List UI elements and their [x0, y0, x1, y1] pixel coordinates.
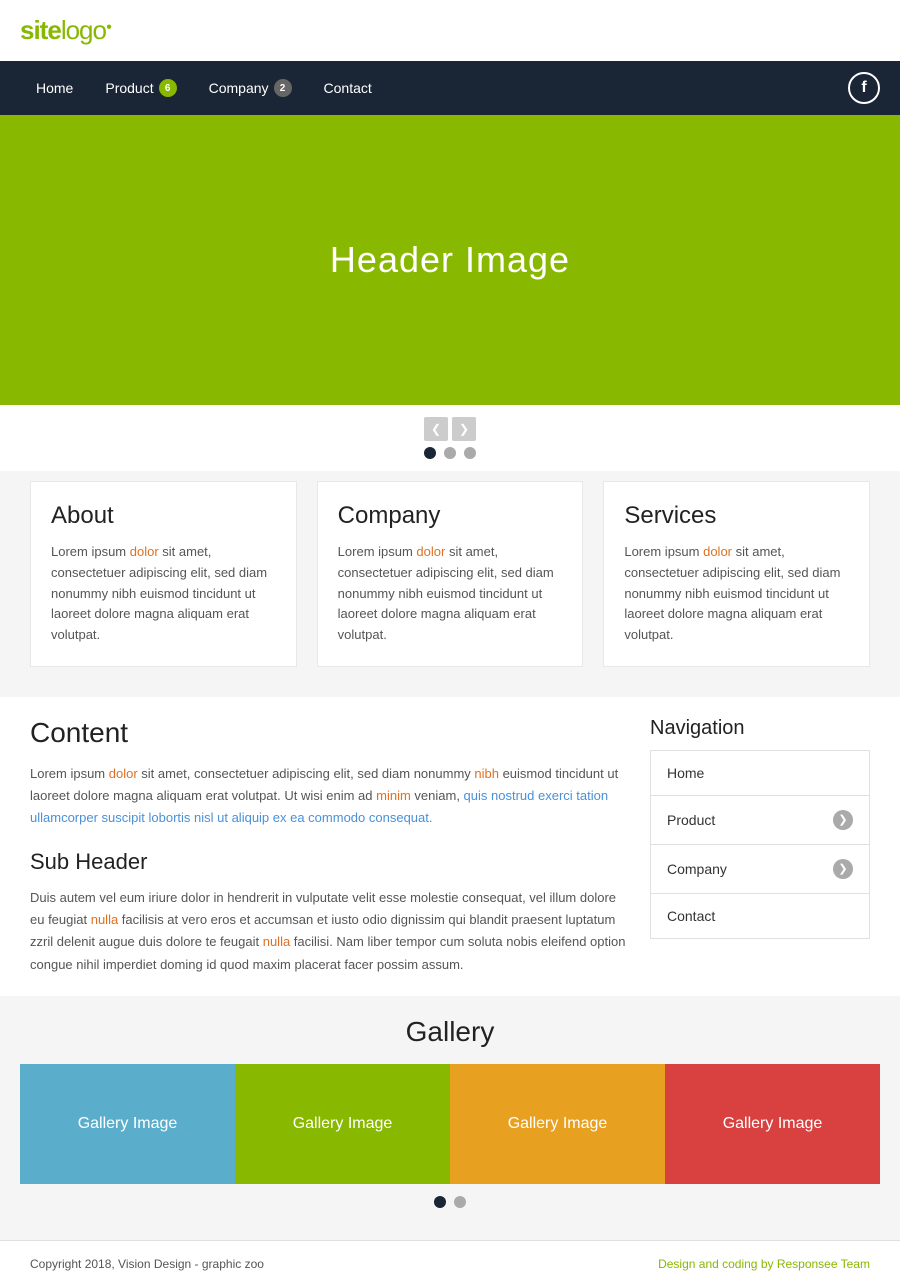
slider-dot-3[interactable]	[464, 447, 476, 459]
gallery-dot-1[interactable]	[434, 1196, 446, 1208]
card-services: Services Lorem ipsum dolor sit amet, con…	[603, 481, 870, 667]
card-company-body: Lorem ipsum dolor sit amet, consectetuer…	[338, 542, 563, 646]
nav-item-product[interactable]: Product 6	[89, 61, 192, 115]
gallery-item-4[interactable]: Gallery Image	[665, 1064, 880, 1184]
gallery-image-label-1: Gallery Image	[78, 1115, 178, 1133]
slider-dot-2[interactable]	[444, 447, 456, 459]
nav-item-home[interactable]: Home	[20, 62, 89, 114]
nav-item-company[interactable]: Company 2	[193, 61, 308, 115]
gallery-title: Gallery	[20, 1016, 880, 1048]
card-company-title: Company	[338, 502, 563, 530]
footer-credit: Design and coding by Responsee Team	[658, 1257, 870, 1271]
nav-product-badge: 6	[159, 79, 177, 97]
content-body1: Lorem ipsum dolor sit amet, consectetuer…	[30, 763, 630, 829]
sidebar-nav-item-home[interactable]: Home	[651, 751, 869, 796]
nav-company-badge: 2	[274, 79, 292, 97]
sidebar-nav-item-company[interactable]: Company ❯	[651, 845, 869, 894]
main-nav: Home Product 6 Company 2 Contact f	[0, 61, 900, 115]
gallery-image-label-4: Gallery Image	[723, 1115, 823, 1133]
nav-home-label: Home	[36, 80, 73, 96]
nav-item-contact[interactable]: Contact	[308, 62, 388, 114]
company-arrow-icon: ❯	[833, 859, 853, 879]
content-nav-section: Content Lorem ipsum dolor sit amet, cons…	[0, 697, 900, 996]
product-arrow-icon: ❯	[833, 810, 853, 830]
gallery-item-2[interactable]: Gallery Image	[235, 1064, 450, 1184]
content-body2: Duis autem vel eum iriure dolor in hendr…	[30, 887, 630, 975]
site-logo[interactable]: sitelogo●	[20, 15, 111, 46]
site-header: sitelogo●	[0, 0, 900, 61]
gallery-image-label-2: Gallery Image	[293, 1115, 393, 1133]
gallery-dot-2[interactable]	[454, 1196, 466, 1208]
slider-next[interactable]: ❯	[452, 417, 476, 441]
sidebar-nav-title: Navigation	[650, 717, 870, 740]
three-cols: About Lorem ipsum dolor sit amet, consec…	[0, 471, 900, 697]
slider-controls: ❮ ❯	[0, 405, 900, 471]
nav-company-label: Company	[209, 80, 269, 96]
slider-dots	[424, 447, 476, 459]
content-title: Content	[30, 717, 630, 749]
sidebar-contact-label: Contact	[667, 908, 715, 924]
main-content: Content Lorem ipsum dolor sit amet, cons…	[30, 717, 630, 976]
card-about-title: About	[51, 502, 276, 530]
sidebar-nav-item-product[interactable]: Product ❯	[651, 796, 869, 845]
gallery-dots	[20, 1184, 880, 1220]
logo-accent: logo	[61, 15, 106, 45]
site-footer: Copyright 2018, Vision Design - graphic …	[0, 1240, 900, 1287]
hero-banner: Header Image	[0, 115, 900, 405]
slider-dot-1[interactable]	[424, 447, 436, 459]
facebook-icon[interactable]: f	[848, 72, 880, 104]
card-about: About Lorem ipsum dolor sit amet, consec…	[30, 481, 297, 667]
footer-copyright: Copyright 2018, Vision Design - graphic …	[30, 1257, 264, 1271]
card-company: Company Lorem ipsum dolor sit amet, cons…	[317, 481, 584, 667]
nav-list: Home Product ❯ Company ❯ Contact	[650, 750, 870, 939]
card-services-body: Lorem ipsum dolor sit amet, consectetuer…	[624, 542, 849, 646]
logo-dot: ●	[106, 21, 111, 32]
card-services-title: Services	[624, 502, 849, 530]
nav-product-label: Product	[105, 80, 153, 96]
logo-text: site	[20, 15, 61, 45]
gallery-grid: Gallery Image Gallery Image Gallery Imag…	[20, 1064, 880, 1184]
gallery-section: Gallery Gallery Image Gallery Image Gall…	[0, 996, 900, 1240]
sidebar-company-label: Company	[667, 861, 727, 877]
nav-contact-label: Contact	[324, 80, 372, 96]
gallery-item-3[interactable]: Gallery Image	[450, 1064, 665, 1184]
hero-title: Header Image	[330, 239, 570, 281]
sidebar-product-label: Product	[667, 812, 715, 828]
slider-prev[interactable]: ❮	[424, 417, 448, 441]
page-wrapper: sitelogo● Home Product 6 Company 2 Conta…	[0, 0, 900, 1287]
card-about-body: Lorem ipsum dolor sit amet, consectetuer…	[51, 542, 276, 646]
content-subheader: Sub Header	[30, 849, 630, 875]
slider-arrows: ❮ ❯	[424, 417, 476, 441]
gallery-item-1[interactable]: Gallery Image	[20, 1064, 235, 1184]
sidebar-home-label: Home	[667, 765, 704, 781]
nav-items: Home Product 6 Company 2 Contact	[20, 61, 388, 115]
gallery-image-label-3: Gallery Image	[508, 1115, 608, 1133]
sidebar-nav-item-contact[interactable]: Contact	[651, 894, 869, 938]
sidebar-nav: Navigation Home Product ❯ Company ❯ Cont…	[650, 717, 870, 976]
